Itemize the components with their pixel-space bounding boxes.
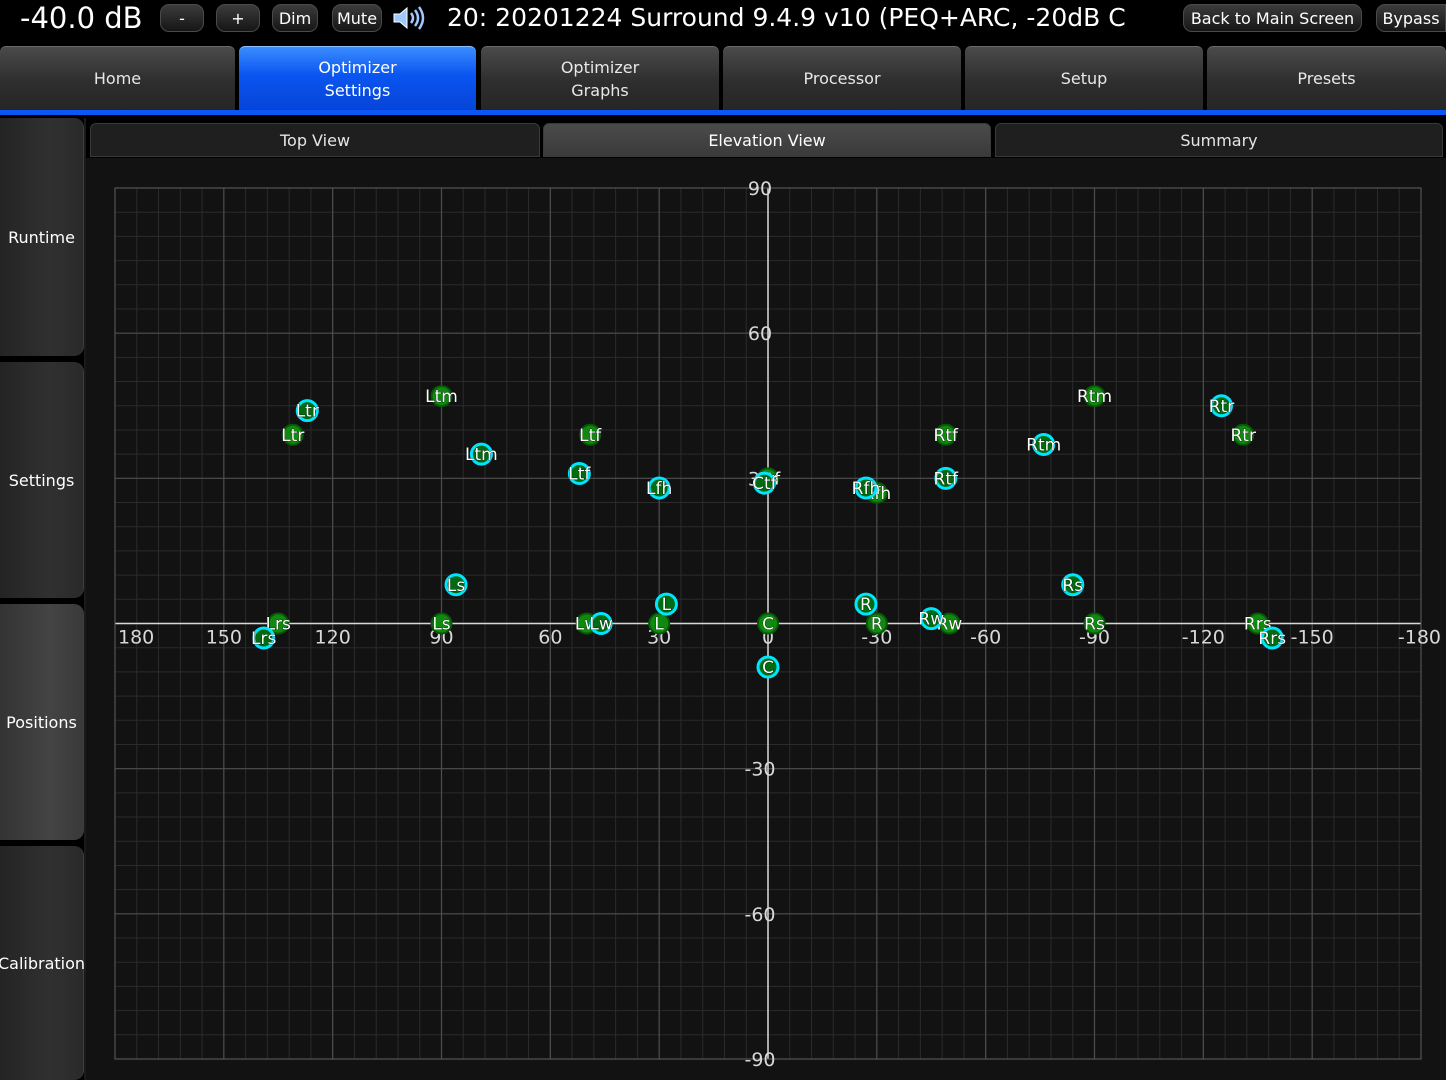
dim-button[interactable]: Dim: [272, 4, 318, 32]
y-tick-label: -30: [744, 759, 775, 781]
speaker-label: C: [762, 658, 774, 678]
tab-home-label: Home: [93, 69, 142, 88]
speaker-label: Lfh: [646, 479, 672, 499]
speaker-label: Rs: [1062, 576, 1083, 596]
elevation-plot: 180 150 120 90 60 30 0 -30 -60 -90 -120 -150 -180906…: [114, 178, 1441, 1071]
speaker-label: R: [860, 595, 872, 615]
tab-setup-label: Setup: [1060, 69, 1108, 88]
side-nav: Runtime Settings Positions Calibration: [0, 118, 86, 1080]
back-to-main-screen-button[interactable]: Back to Main Screen: [1183, 4, 1362, 32]
tab-optimizer-settings[interactable]: Optimizer Settings: [239, 46, 476, 110]
tab-processor[interactable]: Processor: [723, 46, 961, 110]
side-tab-runtime-label: Runtime: [8, 227, 75, 247]
speaker-label: Ltr: [296, 402, 319, 422]
speaker-label: Rrs: [1258, 629, 1286, 649]
speaker-label: Ltm: [425, 387, 458, 407]
side-tab-calibration[interactable]: Calibration: [0, 846, 86, 1080]
speaker-label: L: [662, 595, 672, 615]
tab-setup[interactable]: Setup: [965, 46, 1203, 110]
speaker-label: Lw: [589, 615, 612, 635]
speaker-label: Lrs: [251, 629, 276, 649]
speaker-label: Rtm: [1077, 387, 1112, 407]
x-tick-label: 120: [315, 627, 351, 649]
speaker-label: Rfh: [852, 479, 881, 499]
x-tick-label: -150: [1291, 627, 1334, 649]
mute-button[interactable]: Mute: [332, 4, 382, 32]
speaker-label: Ctf: [752, 474, 778, 494]
side-tab-calibration-label: Calibration: [0, 953, 86, 973]
speaker-label: Rs: [1084, 615, 1105, 635]
side-tab-runtime[interactable]: Runtime: [0, 118, 84, 356]
speaker-label: Ls: [432, 615, 450, 635]
x-tick-label: 180: [118, 627, 154, 649]
speaker-label: L: [654, 615, 664, 635]
top-bar: -40.0 dB - + Dim Mute 20: 20201224 Surro…: [0, 0, 1446, 44]
subtab-top-view[interactable]: Top View: [90, 123, 540, 157]
speaker-label: C: [762, 615, 774, 635]
speaker-label: Ltf: [579, 426, 602, 446]
tab-optimizer-graphs-line2: Graphs: [571, 80, 629, 100]
tab-optimizer-graphs[interactable]: Optimizer Graphs: [481, 46, 719, 110]
tab-optimizer-settings-line2: Settings: [324, 80, 391, 100]
speaker-label: Ls: [447, 576, 465, 596]
elevation-plot-area: 180 150 120 90 60 30 0 -30 -60 -90 -120 -150 -180 90 6…: [86, 158, 1446, 1080]
speaker-label: Rtr: [1231, 426, 1256, 446]
tab-presets-label: Presets: [1297, 69, 1356, 88]
subtab-elevation-view[interactable]: Elevation View: [543, 123, 991, 157]
side-tab-positions-label: Positions: [6, 712, 77, 732]
tab-presets[interactable]: Presets: [1207, 46, 1446, 110]
volume-readout: -40.0 dB: [20, 1, 143, 35]
side-tab-settings-label: Settings: [8, 470, 75, 490]
speaker-label: Ltf: [568, 464, 591, 484]
speaker-volume-icon[interactable]: [392, 6, 428, 30]
bypass-button[interactable]: Bypass: [1376, 4, 1446, 32]
speaker-label: Ltr: [281, 426, 304, 446]
main-nav: Home Optimizer Settings Optimizer Graphs…: [0, 46, 1446, 110]
speaker-label: Rtm: [1026, 435, 1061, 455]
preset-title: 20: 20201224 Surround 9.4.9 v10 (PEQ+ARC…: [447, 3, 1126, 32]
speaker-label: Rw: [918, 610, 944, 630]
y-tick-label: -90: [744, 1049, 775, 1071]
tab-processor-label: Processor: [803, 69, 881, 88]
tab-optimizer-graphs-line1: Optimizer: [560, 57, 640, 77]
tab-home[interactable]: Home: [0, 46, 235, 110]
subtab-summary[interactable]: Summary: [995, 123, 1443, 157]
side-tab-positions[interactable]: Positions: [0, 604, 84, 840]
x-tick-label: -60: [970, 627, 1001, 649]
speaker-label: Rtf: [934, 426, 959, 446]
x-tick-label: 150: [206, 627, 242, 649]
volume-up-button[interactable]: +: [216, 4, 260, 32]
y-tick-label: 60: [748, 323, 772, 345]
volume-down-button[interactable]: -: [160, 4, 204, 32]
y-tick-label: 90: [748, 178, 772, 200]
speaker-label: Rtr: [1209, 397, 1234, 417]
x-tick-label: -180: [1398, 627, 1441, 649]
x-tick-label: -120: [1182, 627, 1225, 649]
y-tick-label: -60: [744, 904, 775, 926]
nav-underline: [0, 110, 1446, 115]
tab-optimizer-settings-line1: Optimizer: [318, 57, 397, 77]
x-tick-label: 60: [538, 627, 562, 649]
side-tab-settings[interactable]: Settings: [0, 362, 84, 598]
speaker-label: Rtf: [934, 469, 959, 489]
speaker-label: R: [871, 615, 883, 635]
speaker-label: Ltm: [465, 445, 498, 465]
